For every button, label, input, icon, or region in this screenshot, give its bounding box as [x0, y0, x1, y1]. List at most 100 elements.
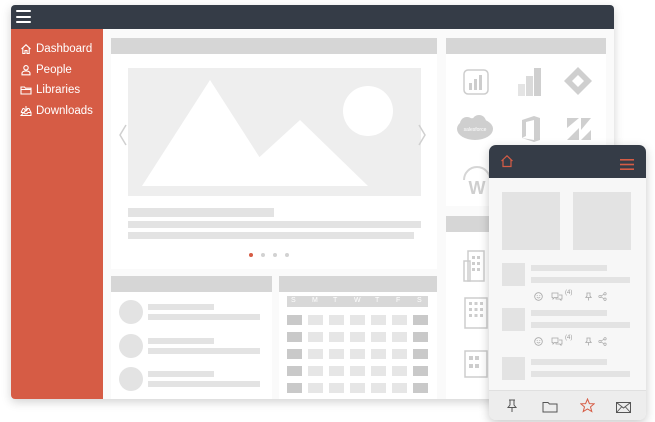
calendar-day-cell[interactable] — [371, 315, 386, 325]
calendar-day-cell[interactable] — [413, 332, 428, 342]
folder-icon[interactable] — [542, 400, 558, 418]
calendar-day-cell[interactable] — [287, 332, 302, 342]
salesforce-cloud-logo-icon[interactable]: salesforce — [455, 114, 495, 147]
carousel-next-arrow-icon[interactable] — [417, 124, 427, 151]
avatar — [119, 300, 143, 324]
calendar-day-cell[interactable] — [329, 383, 344, 393]
comments-icon[interactable] — [551, 288, 563, 306]
carousel-dot[interactable] — [285, 253, 289, 257]
calendar-day-cell[interactable] — [350, 366, 365, 376]
calendar-day-cell[interactable] — [350, 383, 365, 393]
calendar-day-cell[interactable] — [308, 383, 323, 393]
list-item-title-placeholder — [148, 338, 214, 344]
list-item-title-placeholder — [148, 371, 214, 377]
calendar-day-cell[interactable] — [308, 366, 323, 376]
tile-placeholder[interactable] — [573, 192, 631, 250]
feed-thumbnail — [502, 357, 525, 380]
calendar-day-cell[interactable] — [287, 383, 302, 393]
calendar-day-cell[interactable] — [392, 383, 407, 393]
smiley-icon[interactable] — [534, 288, 543, 306]
calendar-day-cell[interactable] — [413, 366, 428, 376]
hamburger-menu-icon[interactable] — [620, 157, 634, 175]
svg-text:salesforce: salesforce — [464, 127, 487, 133]
comment-count: (4) — [565, 335, 573, 341]
pin-icon[interactable] — [584, 333, 593, 351]
calendar-day-cell[interactable] — [413, 383, 428, 393]
star-icon[interactable] — [579, 397, 596, 418]
calendar-day-cell[interactable] — [371, 366, 386, 376]
pin-icon[interactable] — [506, 399, 518, 418]
list-item-text-placeholder — [148, 314, 260, 320]
calendar-day-letter: M — [312, 297, 318, 304]
download-tray-icon — [20, 105, 32, 117]
carousel-title-placeholder — [128, 208, 274, 217]
person-icon — [20, 64, 32, 76]
mobile-bottom-nav — [489, 390, 646, 420]
calendar-day-cell[interactable] — [329, 349, 344, 359]
share-icon[interactable] — [598, 288, 607, 306]
home-icon[interactable] — [500, 154, 514, 173]
carousel-dot[interactable] — [273, 253, 277, 257]
avatar — [119, 367, 143, 391]
calendar-day-cell[interactable] — [371, 349, 386, 359]
home-icon — [20, 43, 32, 55]
calendar-day-cell[interactable] — [413, 315, 428, 325]
sidebar-item-downloads[interactable]: Downloads — [11, 101, 103, 122]
calendar-day-cell[interactable] — [350, 332, 365, 342]
comments-icon[interactable] — [551, 333, 563, 351]
feed-thumbnail — [502, 308, 525, 331]
calendar-day-cell[interactable] — [329, 366, 344, 376]
calendar-day-cell[interactable] — [392, 366, 407, 376]
sidebar-item-people[interactable]: People — [11, 60, 103, 81]
sidebar-item-libraries[interactable]: Libraries — [11, 80, 103, 101]
calendar-day-cell[interactable] — [308, 332, 323, 342]
calendar-day-letter: S — [291, 297, 296, 304]
comment-count: (4) — [565, 290, 573, 296]
smiley-icon[interactable] — [534, 333, 543, 351]
zendesk-logo-icon[interactable] — [565, 116, 593, 147]
mail-icon[interactable] — [616, 400, 631, 418]
calendar-card-header — [279, 276, 437, 292]
calendar-day-cell[interactable] — [350, 315, 365, 325]
share-icon[interactable] — [598, 333, 607, 351]
calendar-day-cell[interactable] — [371, 383, 386, 393]
calendar-day-cell[interactable] — [308, 315, 323, 325]
office-logo-icon[interactable] — [518, 114, 544, 149]
sidebar-item-dashboard[interactable]: Dashboard — [11, 39, 103, 60]
calendar-day-cell[interactable] — [287, 315, 302, 325]
tile-placeholder[interactable] — [502, 192, 560, 250]
calendar-day-cell[interactable] — [287, 366, 302, 376]
feed-title-placeholder — [531, 310, 607, 316]
carousel-dot[interactable] — [249, 253, 253, 257]
mobile-top-bar — [489, 145, 646, 178]
carousel-text-placeholder — [128, 232, 414, 239]
calendar-day-cell[interactable] — [329, 315, 344, 325]
calendar-day-cell[interactable] — [392, 349, 407, 359]
calendar-day-cell[interactable] — [350, 349, 365, 359]
feed-thumbnail — [502, 263, 525, 286]
workday-logo-icon[interactable]: W — [462, 160, 492, 201]
analytics-bars-logo-icon[interactable] — [515, 66, 545, 103]
carousel-prev-arrow-icon[interactable] — [118, 124, 128, 151]
list-item-text-placeholder — [148, 348, 260, 354]
sidebar-item-label: Dashboard — [36, 43, 93, 56]
calendar-day-cell[interactable] — [329, 332, 344, 342]
hamburger-menu-icon[interactable] — [16, 10, 31, 23]
calendar-day-cell[interactable] — [392, 332, 407, 342]
power-bi-logo-icon[interactable] — [462, 68, 490, 101]
people-card-header — [111, 276, 272, 292]
list-item-text-placeholder — [148, 381, 260, 387]
svg-text:W: W — [469, 178, 486, 196]
image-placeholder-icon — [142, 80, 393, 186]
apps-card-header — [446, 38, 606, 54]
calendar-day-cell[interactable] — [413, 349, 428, 359]
calendar-day-cell[interactable] — [287, 349, 302, 359]
calendar-day-cell[interactable] — [392, 315, 407, 325]
calendar-day-cell[interactable] — [371, 332, 386, 342]
calendar-day-letter: T — [375, 297, 380, 304]
pin-icon[interactable] — [584, 288, 593, 306]
calendar-day-cell[interactable] — [308, 349, 323, 359]
carousel-dot[interactable] — [261, 253, 265, 257]
jira-diamond-logo-icon[interactable] — [563, 66, 593, 101]
folder-icon — [20, 84, 32, 96]
